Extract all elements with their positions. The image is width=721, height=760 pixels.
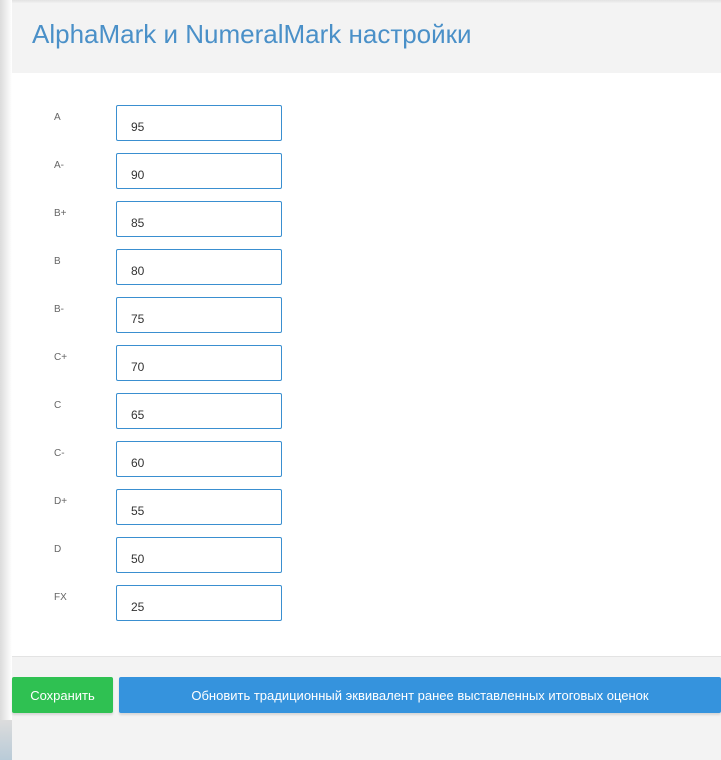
grade-row-b-plus: B+ bbox=[12, 201, 721, 239]
panel-footer: Сохранить Обновить традиционный эквивале… bbox=[12, 656, 721, 760]
grade-label: C bbox=[54, 400, 62, 411]
grade-label: C+ bbox=[54, 352, 68, 363]
grade-value-input-b-minus[interactable] bbox=[116, 297, 282, 333]
grade-row-b: B bbox=[12, 249, 721, 287]
update-grades-button[interactable]: Обновить традиционный эквивалент ранее в… bbox=[119, 677, 721, 713]
grade-row-c-minus: C- bbox=[12, 441, 721, 479]
grade-value-input-d-plus[interactable] bbox=[116, 489, 282, 525]
grade-row-c: C bbox=[12, 393, 721, 431]
grade-label: B+ bbox=[54, 208, 67, 219]
grade-label: D bbox=[54, 544, 62, 555]
grade-label: A- bbox=[54, 160, 64, 171]
save-button[interactable]: Сохранить bbox=[12, 677, 113, 713]
grade-value-input-c-plus[interactable] bbox=[116, 345, 282, 381]
grade-value-input-a-minus[interactable] bbox=[116, 153, 282, 189]
grade-label: B bbox=[54, 256, 61, 267]
grade-label: A bbox=[54, 112, 61, 123]
grade-value-input-c[interactable] bbox=[116, 393, 282, 429]
grade-settings-panel: AlphaMark и NumeralMark настройки A A- B… bbox=[12, 3, 721, 760]
settings-window: AlphaMark и NumeralMark настройки A A- B… bbox=[0, 0, 721, 760]
panel-header: AlphaMark и NumeralMark настройки bbox=[12, 3, 721, 73]
grade-value-input-d[interactable] bbox=[116, 537, 282, 573]
grade-row-c-plus: C+ bbox=[12, 345, 721, 383]
grade-value-input-b-plus[interactable] bbox=[116, 201, 282, 237]
grade-value-input-c-minus[interactable] bbox=[116, 441, 282, 477]
grade-row-fx: FX bbox=[12, 585, 721, 623]
grade-value-input-fx[interactable] bbox=[116, 585, 282, 621]
grade-row-d-plus: D+ bbox=[12, 489, 721, 527]
grade-label: C- bbox=[54, 448, 65, 459]
grade-label: FX bbox=[54, 592, 67, 603]
corner-shadow bbox=[0, 720, 12, 760]
grade-value-input-b[interactable] bbox=[116, 249, 282, 285]
grade-row-d: D bbox=[12, 537, 721, 575]
left-shadow bbox=[0, 0, 12, 760]
grade-row-a-minus: A- bbox=[12, 153, 721, 191]
grade-row-b-minus: B- bbox=[12, 297, 721, 335]
grade-row-a: A bbox=[12, 105, 721, 143]
grade-value-input-a[interactable] bbox=[116, 105, 282, 141]
grade-label: D+ bbox=[54, 496, 68, 507]
page-title: AlphaMark и NumeralMark настройки bbox=[32, 19, 472, 49]
grade-label: B- bbox=[54, 304, 64, 315]
